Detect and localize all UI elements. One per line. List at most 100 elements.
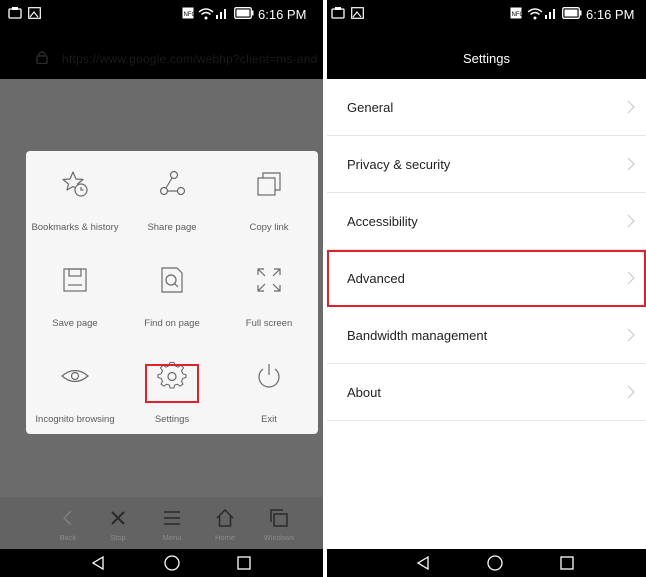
settings-highlight-box [145,364,199,403]
menu-label: Menu [162,533,182,542]
menu-item-incognito-browsing[interactable]: Incognito browsing [26,343,124,435]
status-bar: NFC 6:16 PM [0,0,323,27]
status-bar: NFC 6:16 PM [327,0,646,27]
setting-row-advanced[interactable]: Advanced [327,250,646,307]
system-nav-bar [0,549,323,577]
home-icon [214,507,236,529]
menu-item-bookmarks-history[interactable]: Bookmarks & history [26,151,124,243]
nfc-icon: NFC [182,7,194,19]
title-bar: Settings [327,27,646,79]
setting-row-general[interactable]: General [327,79,646,136]
menu-item-label: Settings [154,414,190,425]
full-screen-icon [254,265,284,295]
chevron-right-icon [626,156,636,172]
chevron-right-icon [626,270,636,286]
setting-row-privacy-security[interactable]: Privacy & security [327,136,646,193]
home-button[interactable]: Home [197,497,253,549]
url-bar[interactable]: https://www.google.com/webhp?client=ms-a… [0,27,323,79]
signal-icon [544,7,558,19]
menu-item-label: Save page [52,318,98,329]
lock-icon [36,50,48,64]
square-recents-icon [560,556,574,570]
image-icon [28,7,41,19]
battery-icon [562,7,582,19]
settings-list: General Privacy & security Accessibility… [327,79,646,421]
menu-item-label: Share page [147,222,197,233]
menu-item-label: Exit [261,414,277,425]
stop-button[interactable]: Stop [90,497,146,549]
menu-item-label: Full screen [245,318,293,329]
setting-row-accessibility[interactable]: Accessibility [327,193,646,250]
setting-label: Bandwidth management [347,328,488,343]
setting-row-about[interactable]: About [327,364,646,421]
wifi-icon [198,7,214,20]
back-label: Back [59,533,77,542]
circle-home-icon [487,555,503,571]
menu-item-exit[interactable]: Exit [220,343,318,435]
menu-item-full-screen[interactable]: Full screen [220,247,318,339]
image-icon [351,7,364,19]
menu-item-copy-link[interactable]: Copy link [220,151,318,243]
triangle-back-icon [91,556,104,570]
share-icon [157,169,187,199]
save-icon [60,265,90,295]
browser-menu-screen: NFC 6:16 PM https://www.google.com/webhp… [0,0,323,577]
setting-label: General [347,100,394,115]
battery-icon [234,7,254,19]
setting-label: Privacy & security [347,157,451,172]
menu-item-find-on-page[interactable]: Find on page [123,247,221,339]
power-icon [254,361,284,391]
back-button[interactable]: Back [40,497,96,549]
chevron-right-icon [626,99,636,115]
back-icon [57,507,79,529]
windows-icon [268,507,290,529]
url-text: https://www.google.com/webhp?client=ms-a… [62,52,318,66]
nav-recents-button[interactable] [237,556,251,570]
nav-recents-button[interactable] [560,556,574,570]
status-time: 6:16 PM [258,7,307,22]
chevron-right-icon [626,213,636,229]
home-label: Home [214,533,235,542]
setting-label: Accessibility [347,214,418,229]
windows-label: Windows [263,533,295,542]
close-icon [107,507,129,529]
menu-item-save-page[interactable]: Save page [26,247,124,339]
chevron-right-icon [626,384,636,400]
menu-icon [161,507,183,529]
nav-back-button[interactable] [416,556,430,570]
system-nav-bar [327,549,646,577]
menu-button[interactable]: Menu [144,497,200,549]
notification-icon [331,7,345,19]
menu-item-share-page[interactable]: Share page [123,151,221,243]
nav-back-button[interactable] [91,556,105,570]
circle-home-icon [164,555,180,571]
find-on-page-icon [157,265,187,295]
triangle-back-icon [416,556,429,570]
nav-home-button[interactable] [487,555,503,571]
status-time: 6:16 PM [586,7,635,22]
browser-bottom-bar: Back Stop Menu Home Windows [0,497,323,549]
wifi-icon [527,7,543,20]
svg-text:NFC: NFC [512,12,523,18]
menu-item-label: Bookmarks & history [31,222,119,233]
settings-screen: NFC 6:16 PM Settings General Privacy & s… [327,0,646,577]
setting-label: About [347,385,381,400]
menu-item-label: Incognito browsing [35,414,115,425]
menu-item-label: Find on page [144,318,200,329]
svg-text:NFC: NFC [184,12,195,18]
setting-row-bandwidth-management[interactable]: Bandwidth management [327,307,646,364]
stop-label: Stop [110,533,126,542]
windows-button[interactable]: Windows [251,497,307,549]
nav-home-button[interactable] [164,555,180,571]
square-recents-icon [237,556,251,570]
nfc-icon: NFC [510,7,522,19]
setting-label: Advanced [347,271,405,286]
bookmark-history-icon [60,169,90,199]
eye-icon [60,361,90,391]
chevron-right-icon [626,327,636,343]
menu-item-label: Copy link [249,222,289,233]
notification-icon [8,7,22,19]
signal-icon [215,7,229,19]
page-title: Settings [463,51,510,66]
copy-link-icon [254,169,284,199]
